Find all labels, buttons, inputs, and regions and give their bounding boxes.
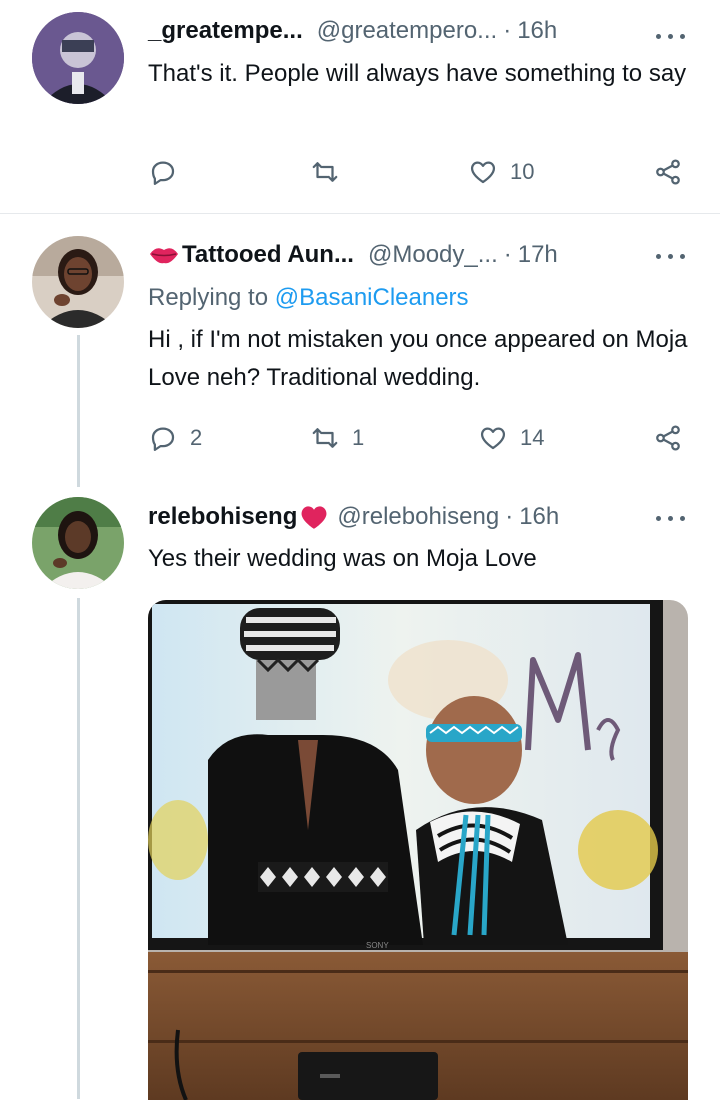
separator: · xyxy=(503,241,512,268)
avatar[interactable] xyxy=(32,497,124,589)
avatar-image xyxy=(32,497,124,589)
user-handle[interactable]: @greatempero... xyxy=(317,17,497,45)
display-name[interactable]: _greatempe... xyxy=(148,17,303,45)
reply-count: 2 xyxy=(190,425,203,450)
reply-icon xyxy=(151,161,175,185)
reply-button[interactable]: 2 xyxy=(148,420,202,456)
replying-to-handle-link[interactable]: @BasaniCleaners xyxy=(275,284,469,311)
tweet-header: relebohiseng @relebohiseng · 16h xyxy=(148,497,688,537)
user-handle[interactable]: @relebohiseng xyxy=(337,503,499,531)
display-name[interactable]: Tattooed Aun... xyxy=(182,241,354,269)
share-icon xyxy=(656,159,680,185)
display-name[interactable]: relebohiseng xyxy=(148,503,297,531)
heart-icon xyxy=(480,427,506,450)
like-button[interactable]: 14 xyxy=(478,420,544,456)
like-button[interactable]: 10 xyxy=(468,154,534,190)
like-count: 10 xyxy=(510,159,535,184)
share-icon xyxy=(656,425,680,451)
tweet-2[interactable]: Tattooed Aun... @Moody_... · 17h Replyin… xyxy=(0,214,720,489)
like-count: 14 xyxy=(520,425,545,450)
avatar-image xyxy=(32,12,124,104)
retweet-count: 1 xyxy=(352,425,365,450)
more-options-icon[interactable] xyxy=(656,513,686,523)
tweet-actions: 10 xyxy=(148,154,688,190)
red-heart-emoji-icon xyxy=(301,506,327,529)
avatar-image xyxy=(32,236,124,328)
more-options-icon[interactable] xyxy=(656,251,686,261)
retweet-icon xyxy=(312,162,338,182)
wedding-photo: SONY xyxy=(148,600,688,1100)
separator: · xyxy=(503,17,512,44)
tweet-header: _greatempe... @greatempero... · 16h xyxy=(148,11,688,51)
separator: · xyxy=(505,503,514,530)
tv-brand-label: SONY xyxy=(366,941,389,950)
tweet-header: Tattooed Aun... @Moody_... · 17h xyxy=(148,235,688,275)
tweet-media-image[interactable]: SONY xyxy=(148,600,688,1100)
more-options-icon[interactable] xyxy=(656,31,686,41)
tweet-1[interactable]: _greatempe... @greatempero... · 16h That… xyxy=(0,0,720,213)
avatar[interactable] xyxy=(32,12,124,104)
retweet-icon xyxy=(312,428,338,448)
retweet-button[interactable] xyxy=(310,154,352,190)
tweet-actions: 2 1 14 xyxy=(148,420,688,456)
share-button[interactable] xyxy=(653,154,683,190)
heart-icon xyxy=(470,161,496,184)
share-button[interactable] xyxy=(653,420,683,456)
reply-button[interactable] xyxy=(148,154,190,190)
tweet-text: Yes their wedding was on Moja Love xyxy=(148,545,537,572)
timestamp[interactable]: 16h xyxy=(519,503,559,531)
lips-emoji-icon xyxy=(150,248,178,264)
user-handle[interactable]: @Moody_... xyxy=(368,241,498,269)
retweet-button[interactable]: 1 xyxy=(310,420,364,456)
timestamp[interactable]: 17h xyxy=(518,241,558,269)
replying-to-label: Replying to xyxy=(148,284,269,311)
reply-icon xyxy=(151,427,175,451)
tweet-text: Hi , if I'm not mistaken you once appear… xyxy=(148,326,688,391)
avatar[interactable] xyxy=(32,236,124,328)
replying-to: Replying to @BasaniCleaners xyxy=(148,284,469,312)
tweet-text: That's it. People will always have somet… xyxy=(148,60,687,87)
timestamp[interactable]: 16h xyxy=(517,17,557,45)
